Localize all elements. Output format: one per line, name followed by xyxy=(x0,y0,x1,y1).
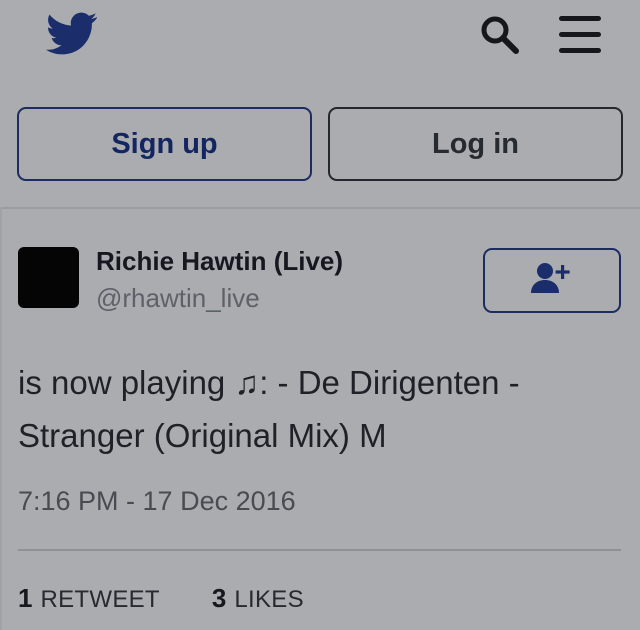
likes-count: 3 xyxy=(211,583,227,613)
card-edge xyxy=(0,207,2,630)
section-divider xyxy=(0,207,640,209)
tweet-text: is now playing ♫: - De Dirigenten - Stra… xyxy=(18,364,520,454)
retweets-label: RETWEET xyxy=(40,586,160,613)
sign-up-button[interactable]: Sign up xyxy=(17,107,312,181)
add-person-icon xyxy=(530,260,574,301)
retweets-count: 1 xyxy=(18,583,33,613)
top-navigation-bar xyxy=(0,0,640,90)
retweets-stat[interactable]: 1 RETWEET xyxy=(18,583,160,614)
likes-stat[interactable]: 3 LIKES xyxy=(212,583,304,614)
tweet-stats: 1 RETWEET 3 LIKES xyxy=(18,583,356,614)
hamburger-menu-icon[interactable] xyxy=(556,12,604,56)
follow-button[interactable] xyxy=(483,248,621,313)
tweet-timestamp[interactable]: 7:16 PM - 17 Dec 2016 xyxy=(18,486,296,517)
twitter-bird-icon[interactable] xyxy=(45,12,98,56)
author-display-name[interactable]: Richie Hawtin (Live) xyxy=(96,246,343,277)
search-icon[interactable] xyxy=(478,14,522,58)
likes-label: LIKES xyxy=(234,586,304,613)
avatar[interactable] xyxy=(18,247,79,308)
author-handle[interactable]: @rhawtin_live xyxy=(96,283,260,314)
stats-divider xyxy=(18,549,621,551)
log-in-button[interactable]: Log in xyxy=(328,107,623,181)
